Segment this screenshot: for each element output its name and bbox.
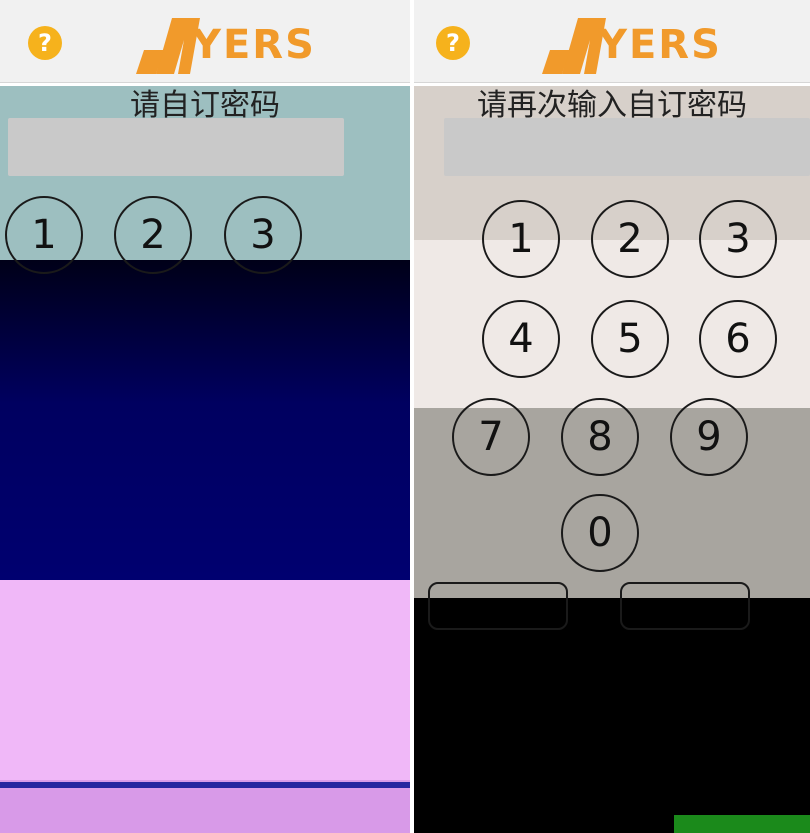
password-display bbox=[444, 118, 810, 176]
key-3[interactable]: 3 bbox=[699, 200, 777, 278]
password-display bbox=[8, 118, 344, 176]
key-9[interactable]: 9 bbox=[670, 398, 748, 476]
background-line bbox=[0, 782, 410, 788]
key-1[interactable]: 1 bbox=[5, 196, 83, 274]
help-icon[interactable]: ? bbox=[28, 26, 62, 60]
key-3[interactable]: 3 bbox=[224, 196, 302, 274]
key-1[interactable]: 1 bbox=[482, 200, 560, 278]
password-prompt: 请自订密码 bbox=[130, 88, 280, 123]
background-band bbox=[0, 580, 410, 780]
key-5[interactable]: 5 bbox=[591, 300, 669, 378]
help-icon[interactable]: ? bbox=[436, 26, 470, 60]
key-2[interactable]: 2 bbox=[114, 196, 192, 274]
password-prompt: 请再次输入自订密码 bbox=[477, 88, 747, 123]
app-header: ? YERS bbox=[0, 0, 410, 83]
left-screen: ? YERS 请自订密码 1 2 3 bbox=[0, 0, 410, 833]
right-screen: ? YERS 请再次输入自订密码 1 2 3 4 5 6 7 8 9 0 bbox=[414, 0, 810, 833]
background-band bbox=[674, 815, 810, 833]
app-header: ? YERS bbox=[414, 0, 810, 83]
clear-button[interactable] bbox=[620, 582, 750, 630]
key-2[interactable]: 2 bbox=[591, 200, 669, 278]
key-4[interactable]: 4 bbox=[482, 300, 560, 378]
confirm-button[interactable] bbox=[428, 582, 568, 630]
ayers-logo: YERS bbox=[134, 14, 314, 78]
key-7[interactable]: 7 bbox=[452, 398, 530, 476]
logo-text: YERS bbox=[192, 22, 316, 68]
background-band bbox=[0, 260, 410, 580]
key-6[interactable]: 6 bbox=[699, 300, 777, 378]
logo-text: YERS bbox=[598, 22, 722, 68]
ayers-logo: YERS bbox=[540, 14, 720, 78]
background-band bbox=[414, 598, 810, 833]
key-8[interactable]: 8 bbox=[561, 398, 639, 476]
key-0[interactable]: 0 bbox=[561, 494, 639, 572]
